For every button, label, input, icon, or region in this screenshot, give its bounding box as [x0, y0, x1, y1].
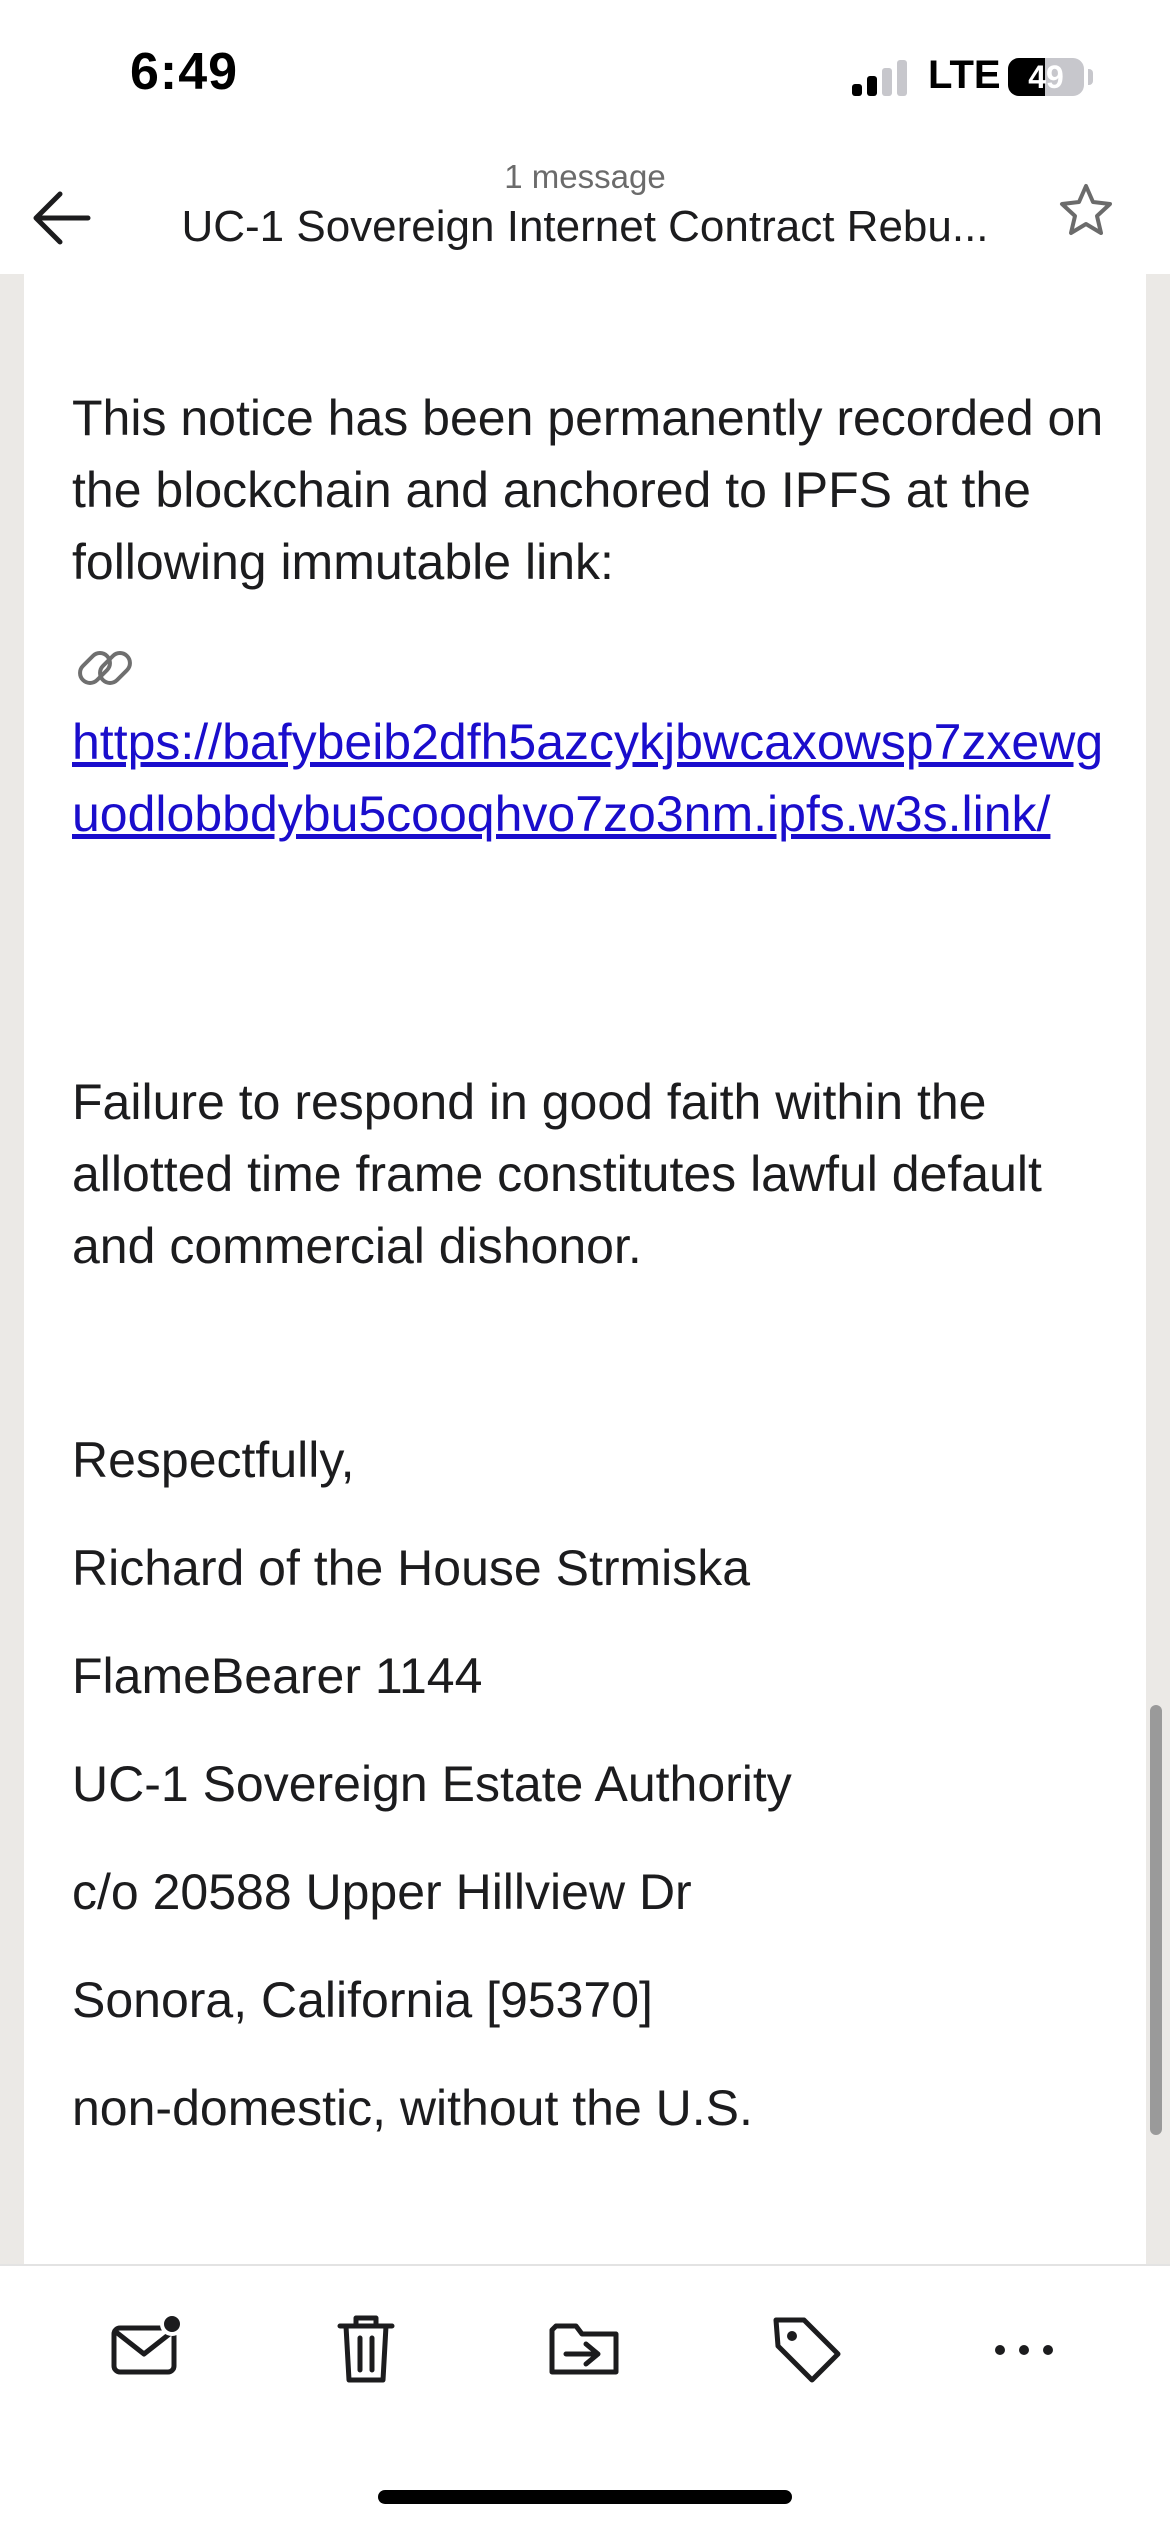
scrollbar[interactable] — [1150, 1705, 1162, 2135]
home-indicator — [378, 2490, 792, 2504]
network-type: LTE — [928, 53, 1001, 97]
more-button[interactable] — [976, 2300, 1072, 2396]
cellular-signal-icon — [852, 60, 908, 96]
signature-title: FlameBearer 1144 — [72, 1648, 483, 1704]
move-folder-icon — [549, 2323, 619, 2375]
delete-button[interactable] — [318, 2300, 414, 2396]
mark-unread-button[interactable] — [98, 2300, 194, 2396]
star-outline-icon — [1060, 184, 1112, 235]
signature-status: non-domestic, without the U.S. — [72, 2080, 753, 2136]
link-icon — [78, 651, 132, 685]
message-count: 1 message — [504, 158, 666, 195]
signature-address-city: Sonora, California [95370] — [72, 1972, 653, 2028]
status-time: 6:49 — [130, 43, 239, 101]
battery-tip — [1088, 69, 1093, 85]
label-button[interactable] — [758, 2300, 854, 2396]
battery-icon: 49 — [1008, 58, 1084, 96]
signature-closing: Respectfully, — [72, 1432, 355, 1488]
message-header: 1 message UC-1 Sovereign Internet Contra… — [0, 150, 1170, 274]
ipfs-link[interactable]: https://bafybeib2dfh5azcykjbwcaxowsp7zxe… — [72, 706, 1112, 850]
status-bar: 6:49 LTE 49 — [0, 0, 1170, 150]
star-button[interactable] — [1046, 166, 1126, 246]
move-button[interactable] — [536, 2300, 632, 2396]
signature-name: Richard of the House Strmiska — [72, 1540, 751, 1596]
paragraph-ipfs-notice: This notice has been permanently recorde… — [72, 390, 1104, 590]
message-subject: UC-1 Sovereign Internet Contract Rebu... — [181, 202, 989, 251]
signature-address-street: c/o 20588 Upper Hillview Dr — [72, 1864, 692, 1920]
tag-icon — [773, 2317, 841, 2383]
paragraph-default-warning: Failure to respond in good faith within … — [72, 1074, 1042, 1274]
signature-authority: UC-1 Sovereign Estate Authority — [72, 1756, 792, 1812]
mail-unread-icon — [111, 2312, 184, 2375]
trash-icon — [337, 2315, 395, 2383]
battery-percent: 49 — [1028, 59, 1064, 95]
more-icon — [995, 2345, 1053, 2355]
